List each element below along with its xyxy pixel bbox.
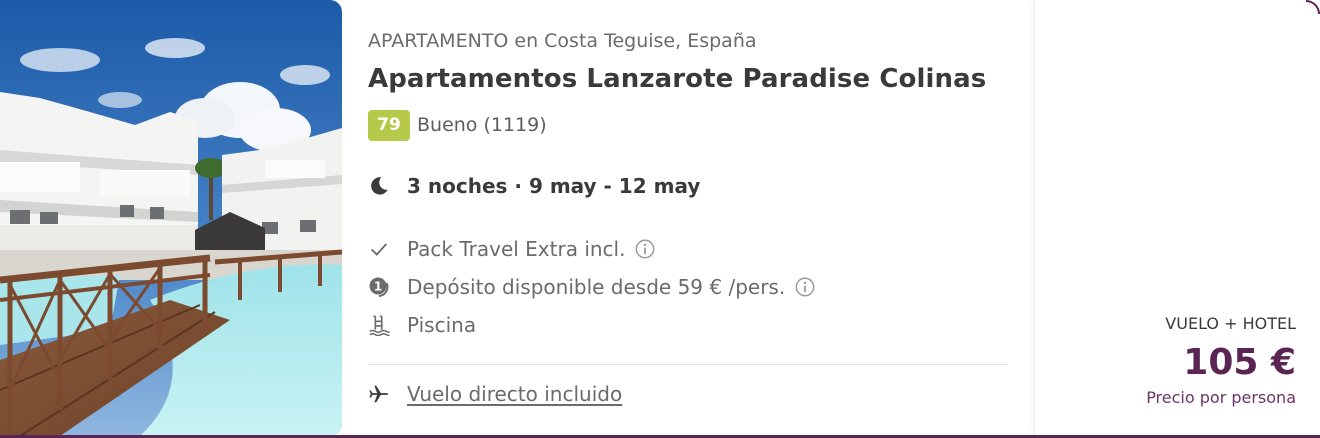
flight-info[interactable]: Vuelo directo incluido <box>368 379 622 409</box>
feature-pack-travel: Pack Travel Extra incl. <box>368 234 656 264</box>
property-type-location: APARTAMENTO en Costa Teguise, España <box>368 30 757 52</box>
package-type: VUELO + HOTEL <box>1165 314 1296 333</box>
rating: 79 Bueno (1119) <box>368 109 547 141</box>
hotel-details: APARTAMENTO en Costa Teguise, España Apa… <box>368 0 1008 438</box>
divider <box>368 364 1008 365</box>
svg-text:1: 1 <box>374 280 382 294</box>
price-panel[interactable]: VUELO + HOTEL 105 € Precio por persona <box>1034 0 1320 435</box>
check-icon <box>368 236 394 262</box>
info-icon[interactable] <box>634 238 656 260</box>
deposit-icon: 1 <box>368 274 394 300</box>
stay-summary: 3 noches · 9 may - 12 may <box>368 171 700 201</box>
score-badge: 79 <box>368 109 410 141</box>
feature-label: Pack Travel Extra incl. <box>407 237 626 261</box>
pool-icon <box>368 312 394 338</box>
feature-label: Depósito disponible desde 59 € /pers. <box>407 275 786 299</box>
price-amount: 105 € <box>1183 342 1296 383</box>
rating-text: Bueno (1119) <box>417 114 547 136</box>
feature-pool: Piscina <box>368 310 476 340</box>
feature-label: Piscina <box>407 313 477 337</box>
direct-flight-link[interactable]: Vuelo directo incluido <box>407 382 622 406</box>
hotel-name[interactable]: Apartamentos Lanzarote Paradise Colinas <box>368 64 986 94</box>
price-note: Precio por persona <box>1146 388 1296 407</box>
plane-icon <box>368 381 394 407</box>
hotel-photo-image <box>0 0 342 436</box>
stay-dates: 3 noches · 9 may - 12 may <box>407 174 701 198</box>
feature-deposit: 1 Depósito disponible desde 59 € /pers. <box>368 272 816 302</box>
hotel-offer-card[interactable]: APARTAMENTO en Costa Teguise, España Apa… <box>0 0 1320 438</box>
info-icon[interactable] <box>794 276 816 298</box>
hotel-photo[interactable] <box>0 0 342 436</box>
moon-icon <box>368 173 394 199</box>
